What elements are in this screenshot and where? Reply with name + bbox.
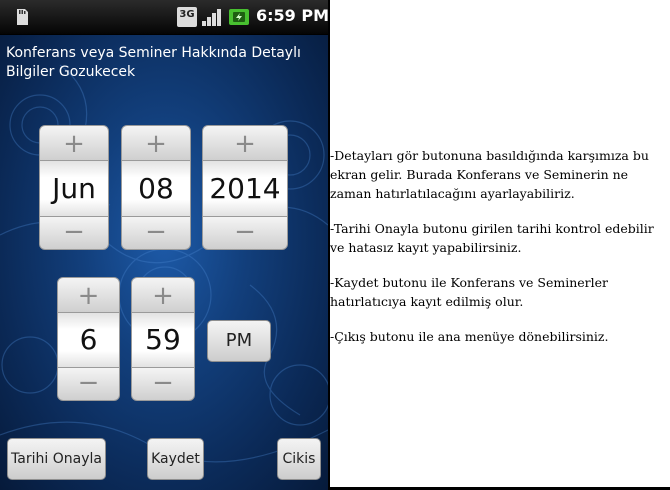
- year-decrement-button[interactable]: −: [202, 216, 288, 250]
- note-details: -Detayları gör butonuna basıldığında kar…: [330, 148, 649, 201]
- minute-increment-button[interactable]: +: [131, 277, 195, 313]
- month-picker: + Jun −: [39, 125, 109, 250]
- battery-charging-icon: [229, 9, 249, 25]
- screen-title: Konferans veya Seminer Hakkında Detaylı …: [6, 45, 301, 80]
- confirm-date-button[interactable]: Tarihi Onayla: [7, 438, 106, 480]
- year-increment-button[interactable]: +: [202, 125, 288, 161]
- minute-decrement-button[interactable]: −: [131, 367, 195, 401]
- year-value[interactable]: 2014: [202, 161, 288, 216]
- sd-card-icon: [17, 9, 28, 25]
- status-bar: 3G 6:59 PM: [0, 0, 328, 35]
- month-value[interactable]: Jun: [39, 161, 109, 216]
- save-button[interactable]: Kaydet: [147, 438, 204, 480]
- signal-strength-icon: [202, 9, 221, 26]
- month-increment-button[interactable]: +: [39, 125, 109, 161]
- note-save: -Kaydet butonu ile Konferans ve Seminerl…: [330, 275, 609, 309]
- hour-increment-button[interactable]: +: [57, 277, 120, 313]
- ampm-toggle-button[interactable]: PM: [207, 320, 271, 362]
- minute-value[interactable]: 59: [131, 313, 195, 367]
- hour-value[interactable]: 6: [57, 313, 120, 367]
- note-confirm-date: -Tarihi Onayla butonu girilen tarihi kon…: [330, 221, 654, 255]
- exit-button[interactable]: Cikis: [277, 438, 321, 480]
- minute-picker: + 59 −: [131, 277, 195, 401]
- hour-picker: + 6 −: [57, 277, 120, 401]
- day-value[interactable]: 08: [121, 161, 191, 216]
- month-decrement-button[interactable]: −: [39, 216, 109, 250]
- note-exit: -Çıkış butonu ile ana menüye dönebilirsi…: [330, 329, 609, 344]
- day-decrement-button[interactable]: −: [121, 216, 191, 250]
- hour-decrement-button[interactable]: −: [57, 367, 120, 401]
- year-picker: + 2014 −: [202, 125, 288, 250]
- paisley-pattern: [0, 64, 328, 463]
- phone-screen: 3G 6:59 PM Konferans veya Seminer Hakkın: [0, 0, 328, 490]
- day-increment-button[interactable]: +: [121, 125, 191, 161]
- day-picker: + 08 −: [121, 125, 191, 250]
- status-time: 6:59 PM: [256, 6, 328, 25]
- network-3g-icon: 3G: [177, 7, 197, 27]
- instructions-panel: -Detayları gör butonuna basıldığında kar…: [330, 146, 668, 362]
